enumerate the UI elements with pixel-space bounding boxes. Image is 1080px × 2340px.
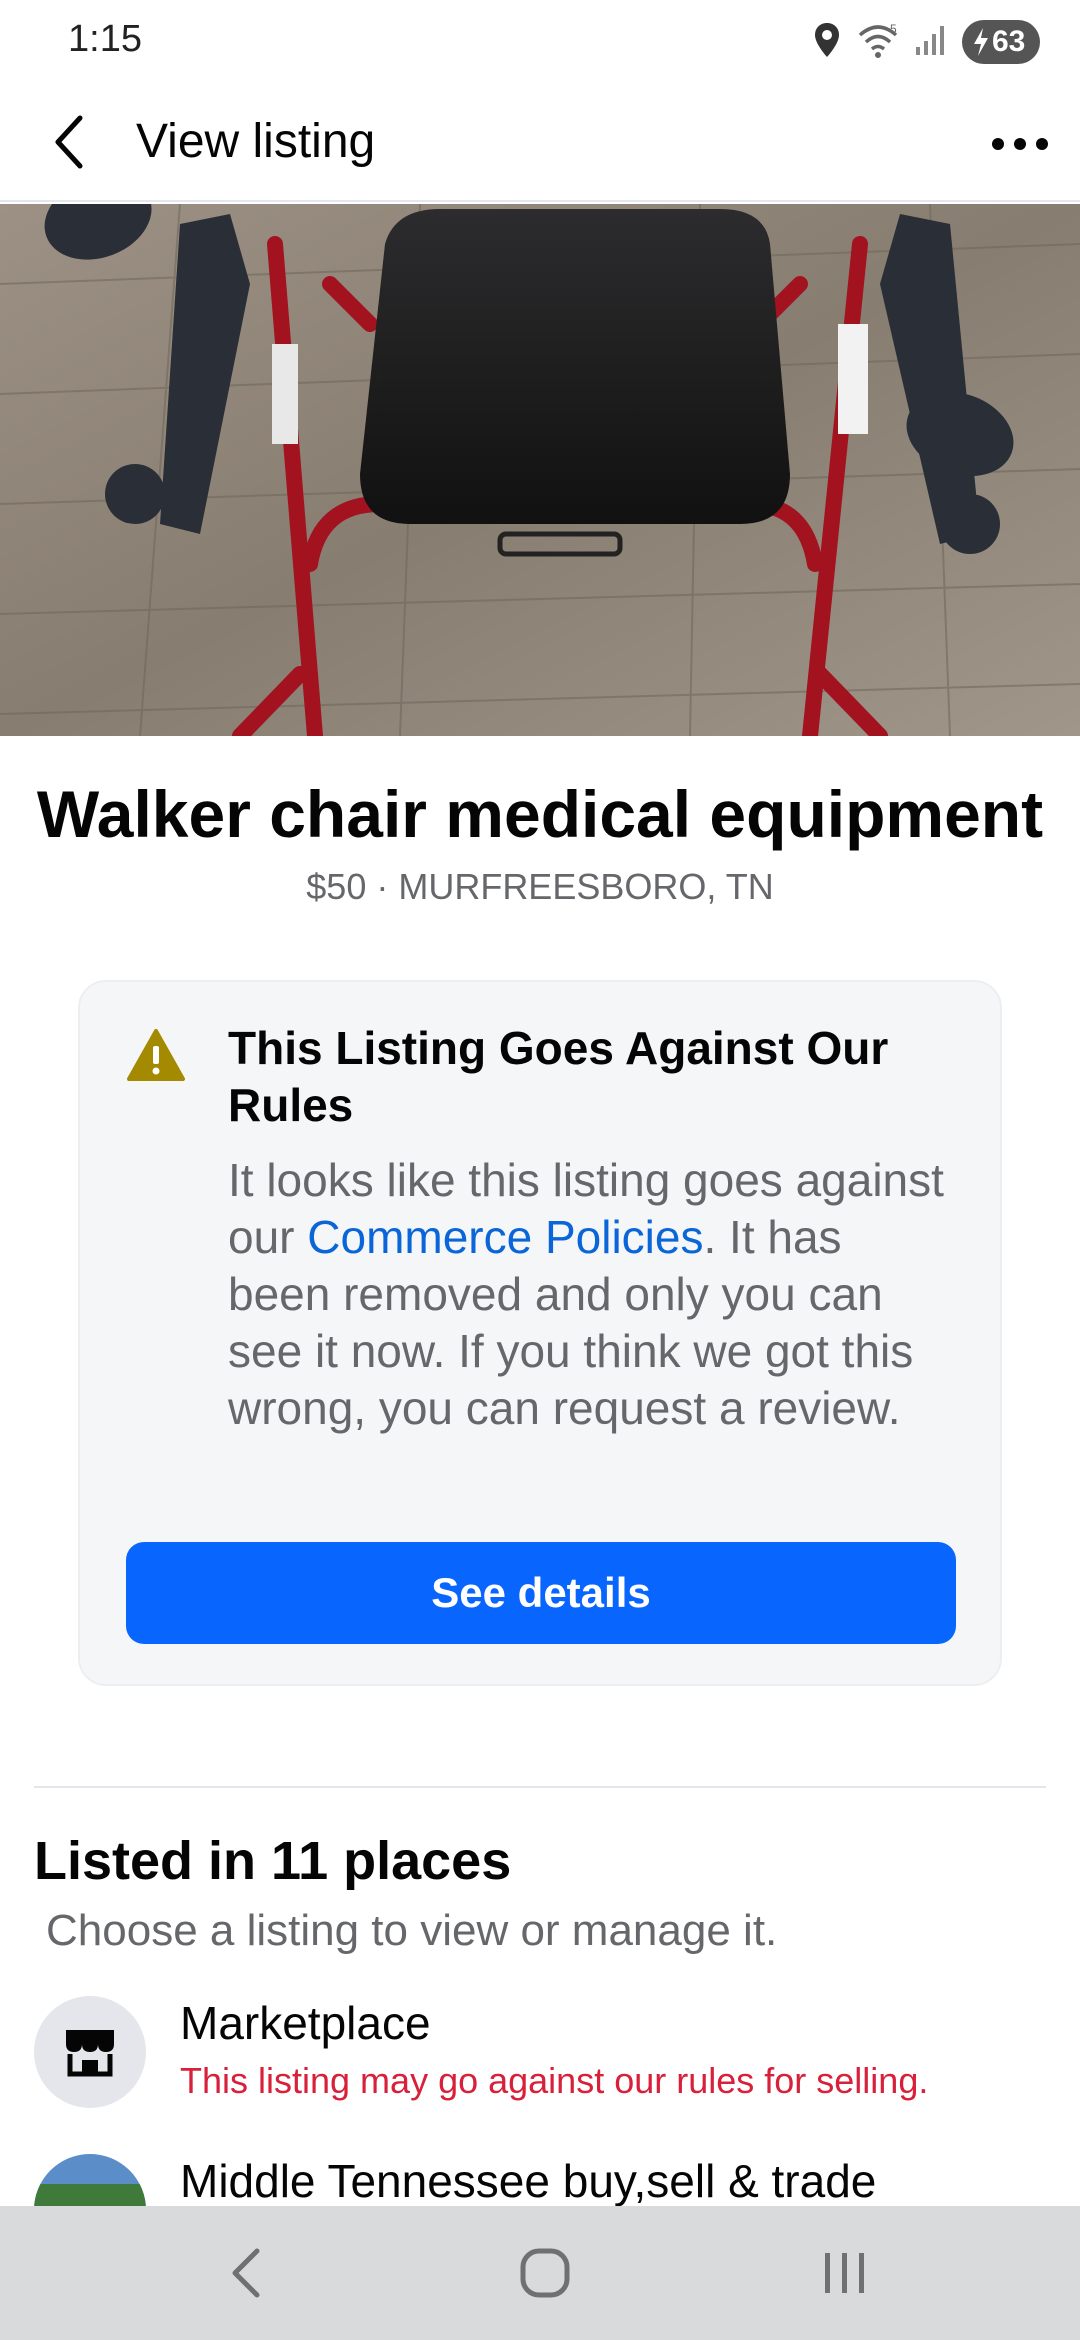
- section-divider: [34, 1786, 1046, 1788]
- status-bar: 1:15 5 63: [0, 0, 1080, 84]
- svg-text:5: 5: [890, 22, 897, 36]
- place-name: Middle Tennessee buy,sell & trade: [180, 2155, 877, 2207]
- places-subheading: Choose a listing to view or manage it.: [46, 1906, 778, 1955]
- warning-title: This Listing Goes Against Our Rules: [228, 1022, 889, 1131]
- nav-recents-icon[interactable]: [800, 2236, 890, 2310]
- place-warning-note: This listing may go against our rules fo…: [180, 2060, 929, 2101]
- place-name: Marketplace: [180, 1997, 431, 2049]
- nav-back-icon[interactable]: [200, 2236, 290, 2310]
- battery-charging-icon: 63: [962, 20, 1040, 64]
- commerce-policies-link[interactable]: Commerce Policies: [307, 1211, 703, 1263]
- warning-body: It looks like this listing goes against …: [228, 1152, 948, 1437]
- system-nav-bar: [0, 2206, 1080, 2340]
- place-item-marketplace[interactable]: Marketplace This listing may go against …: [34, 1996, 1046, 2116]
- listing-title: Walker chair medical equipment: [36, 777, 1044, 851]
- see-details-button[interactable]: See details: [126, 1542, 956, 1644]
- status-icons: 5 63: [812, 18, 1040, 66]
- chevron-left-icon: [55, 115, 83, 169]
- warning-triangle-icon: [126, 1028, 186, 1082]
- app-header: View listing: [0, 84, 1080, 202]
- listing-photo[interactable]: [0, 204, 1080, 736]
- location-icon: [812, 21, 842, 64]
- nav-home-icon[interactable]: [500, 2236, 590, 2310]
- battery-level: 63: [992, 25, 1026, 58]
- listing-price-location: $50 · MURFREESBORO, TN: [306, 866, 774, 907]
- back-button[interactable]: [40, 112, 100, 172]
- page-title: View listing: [136, 115, 376, 168]
- more-horizontal-icon: [992, 138, 1048, 150]
- policy-warning-card: This Listing Goes Against Our Rules It l…: [78, 980, 1002, 1686]
- status-time: 1:15: [68, 18, 142, 60]
- signal-icon: [914, 23, 948, 62]
- wifi-icon: 5: [856, 21, 900, 64]
- more-options-button[interactable]: [984, 114, 1056, 174]
- places-heading: Listed in 11 places: [34, 1831, 512, 1891]
- walker-photo-illustration: [0, 204, 1080, 736]
- storefront-icon: [34, 1996, 146, 2108]
